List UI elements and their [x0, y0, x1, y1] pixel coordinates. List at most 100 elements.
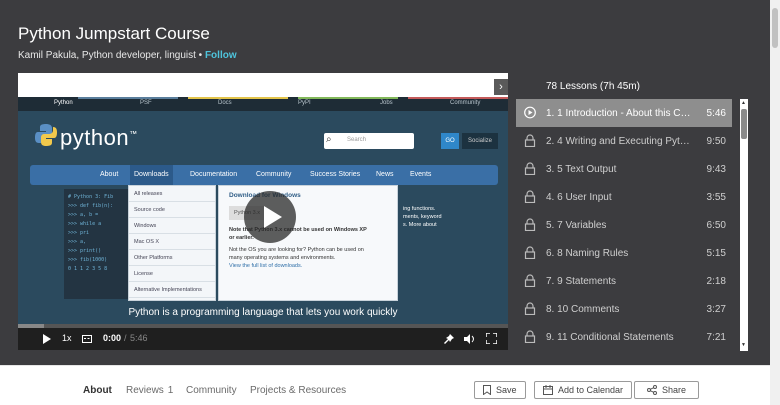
python-site-topnav: Python PSF Docs PyPI Jobs Community [18, 97, 508, 111]
site-nav-community: Community [450, 100, 481, 106]
lesson-item[interactable]: 9. 11 Conditional Statements 7:21 [516, 323, 732, 351]
course-header-area: Python Jumpstart Course Kamil Pakula, Py… [0, 0, 770, 365]
main-nav-about: About [100, 171, 119, 178]
page-scroll-thumb[interactable] [772, 8, 778, 48]
scroll-down-icon[interactable]: ▼ [741, 342, 746, 348]
lesson-item[interactable]: 8. 10 Comments 3:27 [516, 295, 732, 323]
lesson-title: 7. 9 Statements [546, 276, 617, 287]
dropdown-item: Windows [129, 218, 215, 234]
main-nav-news: News [376, 171, 394, 178]
dropdown-item: All releases [129, 186, 215, 202]
course-tabs-bar: About Reviews 1 Community Projects & Reso… [0, 365, 770, 405]
tab-about[interactable]: About [83, 385, 112, 396]
lock-icon [524, 246, 536, 259]
site-right-copy: ing functions. ments, keyword s. More ab… [403, 206, 442, 228]
lesson-title: 2. 4 Writing and Executing Python ... [546, 136, 694, 147]
main-nav-downloads: Downloads [130, 165, 173, 185]
tab-community[interactable]: Community [186, 385, 237, 396]
site-tagline: Python is a programming language that le… [128, 307, 398, 318]
site-search-placeholder: Search [347, 137, 367, 143]
dropdown-item: Mac OS X [129, 234, 215, 250]
video-top-bar [18, 73, 508, 97]
lesson-duration: 7:21 [706, 332, 726, 343]
main-nav-community: Community [256, 171, 292, 178]
downloads-dropdown: All releases Source code Windows Mac OS … [128, 185, 216, 301]
video-player[interactable]: › Python PSF Docs PyPI Jobs Community py… [18, 73, 508, 350]
play-overlay-icon[interactable] [244, 191, 296, 243]
lesson-item[interactable]: 4. 6 User Input 3:55 [516, 183, 732, 211]
page-scrollbar[interactable] [770, 0, 780, 405]
python-logo-icon [35, 124, 57, 146]
lesson-title: 6. 8 Naming Rules [546, 248, 629, 259]
python-wordmark: python™ [60, 125, 138, 150]
save-button[interactable]: Save [474, 381, 526, 399]
lock-icon [524, 274, 536, 287]
share-button[interactable]: Share [634, 381, 700, 399]
lesson-title: 5. 7 Variables [546, 220, 607, 231]
lesson-title: 1. 1 Introduction - About this Course [546, 108, 694, 119]
lesson-title: 3. 5 Text Output [546, 164, 617, 175]
dropdown-item: Other Platforms [129, 250, 215, 266]
lesson-duration: 5:46 [706, 108, 726, 119]
author-info: Kamil Pakula, Python developer, linguist [18, 50, 196, 61]
site-socialize-button: Socialize [462, 133, 498, 149]
site-nav-jobs: Jobs [380, 100, 393, 106]
lock-icon [524, 302, 536, 315]
fullscreen-icon[interactable] [486, 333, 497, 344]
course-title: Python Jumpstart Course [18, 24, 210, 43]
dropdown-item: License [129, 266, 215, 282]
main-nav-success-stories: Success Stories [310, 171, 361, 178]
reviews-count: 1 [167, 385, 174, 396]
playback-speed[interactable]: 1x [62, 333, 72, 343]
dropdown-item: Source code [129, 202, 215, 218]
course-subtitle: Kamil Pakula, Python developer, linguist… [18, 50, 237, 61]
captions-icon[interactable] [82, 334, 92, 344]
lesson-item[interactable]: 1. 1 Introduction - About this Course 5:… [516, 99, 732, 127]
tab-projects-resources[interactable]: Projects & Resources [250, 385, 346, 396]
follow-link[interactable]: Follow [205, 50, 237, 61]
lesson-duration: 2:18 [706, 276, 726, 287]
lesson-playlist: 1. 1 Introduction - About this Course 5:… [516, 99, 738, 351]
play-icon[interactable] [42, 334, 52, 344]
total-duration: 5:46 [130, 333, 148, 343]
share-icon [647, 385, 657, 395]
current-time: 0:00 [103, 333, 122, 343]
main-nav-events: Events [410, 171, 432, 178]
lesson-item[interactable]: 2. 4 Writing and Executing Python ... 9:… [516, 127, 732, 155]
tab-reviews[interactable]: Reviews 1 [126, 385, 173, 396]
site-nav-pypi: PyPI [298, 100, 311, 106]
volume-icon[interactable] [464, 334, 476, 344]
calendar-icon [543, 385, 553, 395]
site-search-box [324, 133, 414, 149]
bookmark-icon [483, 385, 491, 396]
lesson-duration: 9:50 [706, 136, 726, 147]
lesson-count: 78 Lessons (7h 45m) [546, 81, 640, 92]
lock-icon [524, 134, 536, 147]
download-panel: Download for Windows Python 3.x Note tha… [218, 185, 398, 301]
save-label: Save [496, 385, 517, 395]
pin-icon[interactable] [444, 334, 454, 344]
lesson-item[interactable]: 3. 5 Text Output 9:43 [516, 155, 732, 183]
lesson-item[interactable]: 6. 8 Naming Rules 5:15 [516, 239, 732, 267]
playlist-scrollbar[interactable]: ▲ ▼ [740, 99, 748, 351]
time-separator: / [124, 333, 127, 343]
panel-link: View the full list of downloads. [229, 263, 303, 269]
site-go-button: GO [441, 133, 459, 149]
author-separator: • [195, 50, 205, 61]
lesson-duration: 3:27 [706, 304, 726, 315]
lesson-item[interactable]: 5. 7 Variables 6:50 [516, 211, 732, 239]
lock-icon [524, 330, 536, 343]
lesson-title: 8. 10 Comments [546, 304, 620, 315]
playlist-scroll-thumb[interactable] [741, 109, 747, 139]
lesson-title: 4. 6 User Input [546, 192, 612, 203]
expand-icon[interactable]: › [494, 79, 508, 95]
magnifier-icon: ⌕ [326, 134, 332, 145]
lesson-item[interactable]: 7. 9 Statements 2:18 [516, 267, 732, 295]
main-nav-documentation: Documentation [190, 171, 238, 178]
scroll-up-icon[interactable]: ▲ [741, 100, 746, 106]
dropdown-item: Alternative Implementations [129, 282, 215, 298]
lock-icon [524, 190, 536, 203]
tab-reviews-label: Reviews [126, 385, 164, 396]
site-nav-docs: Docs [218, 100, 232, 106]
add-to-calendar-button[interactable]: Add to Calendar [534, 381, 633, 399]
